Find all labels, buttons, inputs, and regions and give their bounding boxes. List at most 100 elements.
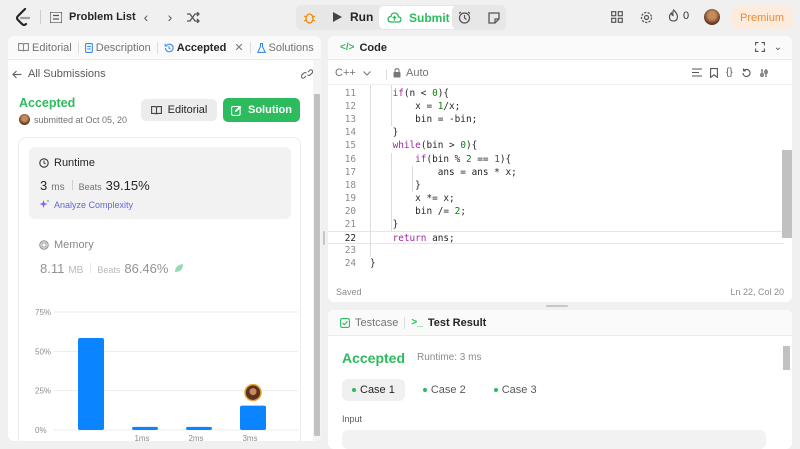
clock-icon [39, 158, 49, 168]
case-tab-3[interactable]: Case 3 [484, 379, 547, 401]
code-line[interactable]: 15 while(bin > 0){ [328, 139, 784, 152]
leetcode-logo-icon[interactable] [14, 8, 32, 26]
code-line[interactable]: 12 x = 1/x; [328, 100, 784, 113]
histogram-bar[interactable] [240, 405, 266, 430]
submit-button[interactable]: Submit [379, 6, 458, 29]
reset-icon[interactable] [741, 67, 751, 78]
solution-button[interactable]: Solution [223, 98, 300, 122]
pass-dot [352, 388, 356, 392]
code-line[interactable]: 17 ans = ans * x; [328, 166, 784, 179]
runtime-distribution-chart[interactable]: 0% 25% 50% 75% 1ms 2ms 3ms [20, 304, 300, 441]
link-icon[interactable] [300, 67, 314, 81]
tab-description[interactable]: Description [81, 42, 155, 54]
all-submissions-label: All Submissions [28, 68, 106, 80]
line-number: 21 [344, 219, 356, 230]
code-line[interactable]: 22 return ans; [328, 231, 784, 245]
histogram-bar[interactable] [186, 426, 212, 430]
collapse-icon[interactable]: ⌄ [772, 40, 784, 54]
left-scrollbar-thumb[interactable] [314, 94, 320, 436]
settings-icon[interactable] [759, 67, 769, 78]
tab-accepted[interactable]: Accepted ✕ [160, 41, 248, 54]
braces-icon[interactable]: {} [726, 67, 733, 78]
sparkle-icon [39, 199, 50, 210]
streak-count: 0 [683, 9, 690, 22]
tab-test-result[interactable]: >_ Test Result [407, 317, 490, 329]
horizontal-splitter-handle[interactable] [546, 305, 568, 307]
code-line[interactable]: 20 bin /= 2; [328, 205, 784, 218]
tab-testcase-label: Testcase [355, 316, 399, 329]
all-submissions-link[interactable]: All Submissions [12, 68, 106, 80]
history-icon [164, 43, 174, 53]
play-icon [333, 12, 342, 22]
autocomplete-toggle[interactable]: Auto [393, 67, 429, 79]
case-3-label: Case 3 [501, 384, 537, 396]
editor-scrollbar-thumb[interactable] [782, 150, 792, 238]
line-number: 13 [344, 114, 356, 126]
solution-button-label: Solution [248, 104, 292, 116]
close-icon[interactable]: ✕ [234, 41, 243, 54]
x-tick-label: 1ms [134, 434, 149, 441]
line-number: 22 [344, 233, 356, 245]
prev-problem-icon[interactable]: ‹ [139, 9, 153, 25]
code-line[interactable]: 21 } [328, 218, 784, 231]
language-value: C++ [335, 67, 356, 79]
analyze-complexity-link[interactable]: Analyze Complexity [39, 199, 133, 210]
bookmark-icon[interactable] [710, 67, 718, 78]
tab-divider [404, 316, 406, 329]
code-line[interactable]: 19 x *= x; [328, 192, 784, 205]
debug-icon[interactable] [300, 9, 318, 26]
maximize-icon[interactable] [754, 41, 766, 53]
code-line[interactable]: 13 bin = -bin; [328, 113, 784, 126]
alarm-clock-icon[interactable] [452, 5, 477, 30]
histogram-bar[interactable] [132, 426, 158, 430]
code-line[interactable]: 16 if(bin % 2 == 1){ [328, 153, 784, 166]
result-scrollbar-thumb[interactable] [783, 346, 790, 370]
code-line[interactable]: 24} [328, 257, 784, 270]
runtime-label: Runtime [54, 157, 95, 169]
code-editor[interactable]: 11 if(n < 0){12 x = 1/x; 13 bin = -bin; 14… [328, 85, 784, 270]
x-tick-label: 3ms [242, 434, 257, 441]
problem-list-button[interactable]: Problem List [48, 6, 136, 28]
code-line[interactable]: 18 } [328, 179, 784, 192]
result-tabs: Testcase >_ Test Result [328, 310, 792, 336]
user-avatar[interactable] [704, 9, 720, 25]
tab-solutions-label: Solutions [268, 41, 314, 54]
format-icon[interactable] [692, 67, 702, 78]
code-line[interactable]: 23 [328, 244, 784, 257]
case-tab-1[interactable]: Case 1 [342, 379, 405, 401]
case-2-label: Case 2 [430, 384, 466, 396]
gear-icon[interactable] [639, 10, 653, 24]
editorial-button[interactable]: Editorial [141, 99, 217, 121]
line-text: ans = ans * x; [370, 166, 517, 178]
tab-code[interactable]: </> Code [336, 42, 391, 54]
note-icon[interactable] [481, 5, 506, 30]
memory-unit: MB [68, 265, 84, 276]
language-select[interactable]: C++ [335, 67, 371, 79]
tab-solutions[interactable]: Solutions [253, 42, 318, 54]
vertical-splitter-handle[interactable] [323, 231, 325, 245]
tab-testcase[interactable]: Testcase [336, 317, 402, 329]
histogram-bar[interactable] [78, 337, 104, 430]
terminal-icon: >_ [411, 317, 423, 328]
tab-test-result-label: Test Result [427, 316, 487, 329]
code-header: </> Code [328, 36, 792, 60]
case-tab-2[interactable]: Case 2 [413, 379, 476, 401]
premium-button[interactable]: Premium [731, 6, 793, 29]
streak-counter[interactable]: 0 [668, 9, 689, 22]
tab-description-label: Description [95, 41, 151, 54]
tab-editorial[interactable]: Editorial [14, 42, 76, 54]
y-tick-label: 75% [35, 308, 51, 317]
submission-meta: submitted at Oct 05, 20 [19, 114, 131, 125]
line-number: 11 [344, 88, 356, 99]
divider [90, 263, 92, 273]
code-line[interactable]: 14 } [328, 126, 784, 139]
chevron-down-icon [362, 70, 371, 76]
line-number: 24 [344, 258, 356, 270]
memory-header[interactable]: Memory [39, 239, 94, 251]
avatar-small [19, 114, 30, 125]
run-button[interactable]: Run [327, 6, 379, 28]
shuffle-icon[interactable] [185, 9, 201, 25]
layout-grid-icon[interactable] [610, 10, 624, 24]
next-problem-icon[interactable]: › [163, 9, 177, 25]
code-line[interactable]: 11 if(n < 0){ [328, 87, 784, 100]
